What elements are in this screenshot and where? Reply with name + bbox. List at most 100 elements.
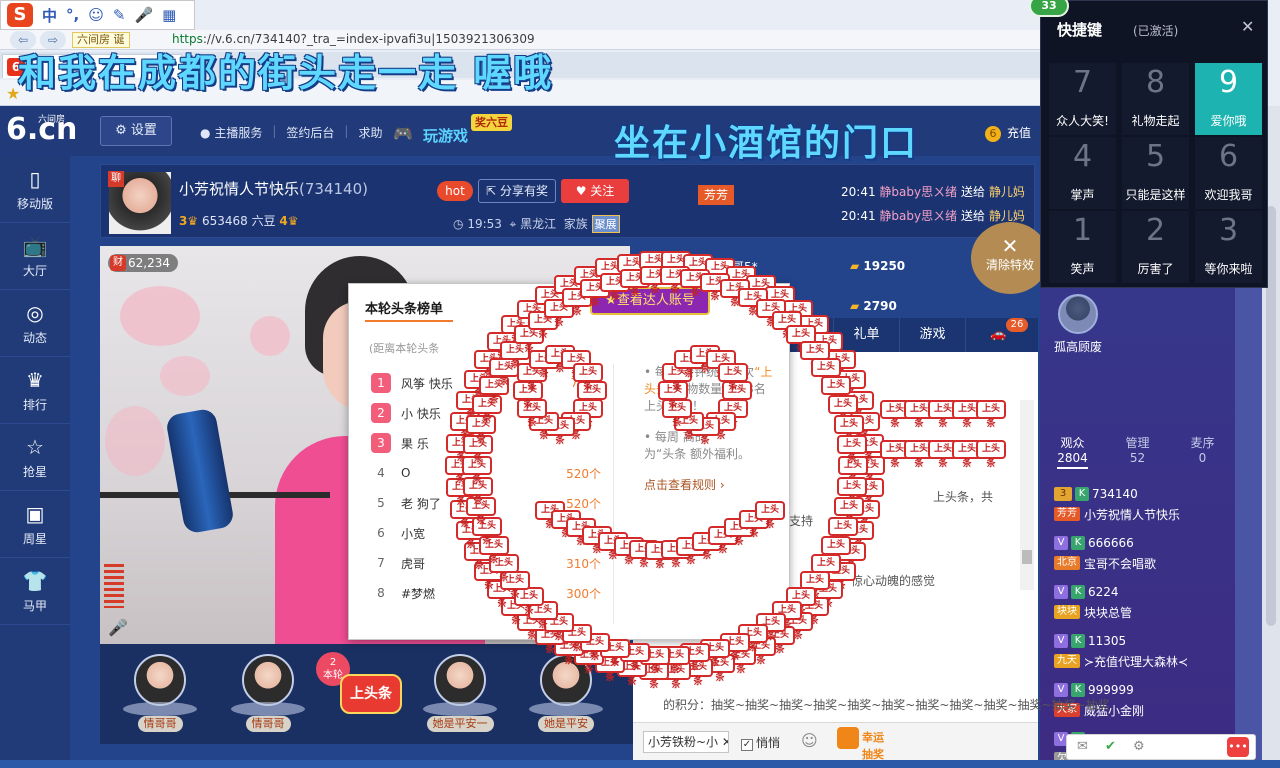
nav-ranking[interactable]: ♛ 排行 [0,357,70,424]
shortcut-key[interactable]: 4 掌声 [1049,137,1116,209]
rank-list: 1 风筝 快乐 7777 2 小 快乐 3 果 乐4O 520个 5 老 狗了 520个 6 小宽 7… [371,368,601,608]
check-icon[interactable]: ✔ [1105,739,1116,754]
round-headline-badge[interactable]: 2 本轮 上头条 [316,652,402,732]
mail-icon[interactable]: ✉ [1077,739,1088,754]
ime-pen-icon[interactable]: ✎ [113,6,126,24]
shortcut-key[interactable]: 2 厉害了 [1122,211,1189,283]
close-icon[interactable]: ✕ [1241,17,1254,36]
popup-title[interactable]: 本轮头条榜单 [365,298,454,322]
rank-row[interactable]: 3果 乐 [371,428,601,458]
rank-name-text: 果 [401,436,414,451]
nav-hall[interactable]: 📺 大厅 [0,223,70,290]
settings-button[interactable]: ⚙ 设置 [100,116,172,146]
gift-slot[interactable]: 她是平安 [526,654,606,732]
wealth-value: 62,234 [128,256,170,270]
chat-scrollbar[interactable] [1020,400,1034,590]
settings-icon[interactable]: ⚙ [1133,739,1145,754]
rank-row[interactable]: 8 #梦燃 300个 [371,578,601,608]
ime-mode[interactable]: 中 [42,5,57,26]
ime-emoji-icon[interactable]: ☺ [88,6,104,24]
nav-grab-star[interactable]: ☆ 抢星 [0,424,70,491]
ime-grid-icon[interactable]: ▦ [162,6,176,24]
gift-slot[interactable]: 她是平安一 [420,654,500,732]
rank-row[interactable]: 5 老 狗了 520个 [371,488,601,518]
rank-row[interactable]: 1 风筝 快乐 7777 [371,368,601,398]
song-lyric-overlay: 和我在成都的街头走一走 喔哦 [18,51,554,95]
share-icon: ⇱ [486,184,497,198]
shortcut-caption: 笑声 [1070,262,1095,276]
star-icon: ☆ [26,435,44,459]
nav-vest[interactable]: 👕 马甲 [0,558,70,625]
chat-line: 惊心动魄的感觉 [851,574,936,588]
site-logo[interactable]: 六间房 6.cn [6,112,86,150]
mic-icon[interactable]: 🎤 [108,618,128,637]
lottery-button[interactable]: 幸运 抽奖 [837,727,884,761]
viewer-item[interactable]: V K 666666 北京 宝哥不会唱歌 [1054,533,1229,582]
shortcut-key[interactable]: 7 众人大笑! [1049,63,1116,135]
viewer-item[interactable]: V K 11305 九天 ≻充值代理大森林≺ [1054,631,1229,680]
nav-mobile[interactable]: ▯ 移动版 [0,156,70,223]
chat-bubble-icon[interactable]: ••• [1227,737,1249,757]
shortcut-key[interactable]: 1 笑声 [1049,211,1116,283]
sogou-logo-icon[interactable]: S [7,3,33,27]
host-avatar[interactable]: 聊 [108,171,171,234]
ime-mic-icon[interactable]: 🎤 [134,6,153,24]
shortcut-key[interactable]: 3 等你来啦 [1195,211,1262,283]
shortcut-number: 6 [1218,139,1239,174]
host-service-label: 主播服务 [214,126,263,140]
rank-name-text: O [401,466,411,480]
help-link[interactable]: 求助 [358,124,382,141]
shortcut-key[interactable]: 9 爱你哦 [1195,63,1262,135]
tab-label: 观众 [1060,436,1085,450]
tab-gift-list[interactable]: 礼单 [833,318,899,352]
recharge-link[interactable]: 6 充值 [985,124,1031,142]
rank-row[interactable]: 7 虎哥 310个 [371,548,601,578]
viewer-item[interactable]: 3 K 734140 芳芳 小芳祝情人节快乐 [1054,484,1229,533]
rank-row[interactable]: 2小 快乐 [371,398,601,428]
shortcut-key[interactable]: 6 欢迎我哥 [1195,137,1262,209]
family-badge[interactable]: 聚展 [591,215,620,233]
tab-games[interactable]: 游戏 [899,318,965,352]
tab-mic-queue[interactable]: 麦序 0 [1170,436,1235,470]
ime-punct[interactable]: °, [66,6,79,24]
share-button[interactable]: ⇱ 分享有奖 [478,179,556,203]
nav-feed[interactable]: ◎ 动态 [0,290,70,357]
private-checkbox[interactable]: ✓ 悄悄 [741,734,780,751]
share-label: 分享有奖 [499,184,548,198]
clear-effects-button[interactable]: ✕ 清除特效 [971,222,1049,294]
viewer-name: 小芳祝情人节快乐 [1084,507,1181,522]
crown-icon: ♛ [26,368,44,392]
gift-slot[interactable]: 情哥哥 [120,654,200,732]
rank-name-suffix: 快乐 [428,376,453,391]
chat-target-select[interactable]: 小芳铁粉~小 ✕ [643,731,729,753]
rank-name-suffix: 快乐 [416,406,441,421]
gamepad-icon: 🎮 [393,124,413,143]
tab-audience[interactable]: 观众 2804 [1040,436,1105,470]
chat-scroll-thumb[interactable] [1022,550,1032,564]
slot-avatar [540,654,592,706]
host-service-link[interactable]: ● 主播服务 [200,124,262,141]
follow-button[interactable]: ♥ 关注 [561,179,629,203]
viewer-item[interactable]: V K 6224 块块 块块总管 [1054,582,1229,631]
close-icon[interactable]: ✕ [718,735,728,749]
view-rules-link[interactable]: 点击查看规则 › [644,477,773,494]
sign-backend-link[interactable]: 签约后台 [286,124,334,141]
rank-row[interactable]: 4 O 520个 [371,458,601,488]
play-games-link[interactable]: 🎮 玩游戏 奖六豆 [393,114,521,148]
recharge-label: 充值 [1007,126,1032,140]
rule-1-a: 每30分钟统计一次 [654,365,755,379]
gift-slot[interactable]: 情哥哥 [228,654,308,732]
user-card[interactable]: 孤高顾废 [1054,294,1102,355]
view-expert-button[interactable]: ★查看达人账号 [590,287,710,315]
shortcut-key[interactable]: 8 礼物走起 [1122,63,1189,135]
shortcut-key[interactable]: 5 只能是这样 [1122,137,1189,209]
viewer-level-badge: V [1054,634,1068,648]
rank-row[interactable]: 6 小宽 [371,518,601,548]
rank-name-suffix: 狗了 [416,496,441,511]
nav-weekly-star[interactable]: ▣ 周星 [0,491,70,558]
blossom [120,286,200,346]
k-badge-icon: K [1071,683,1085,697]
mobile-icon: ▯ [29,167,41,191]
emoji-icon[interactable]: ☺ [801,731,818,750]
tab-admin[interactable]: 管理 52 [1105,436,1170,470]
